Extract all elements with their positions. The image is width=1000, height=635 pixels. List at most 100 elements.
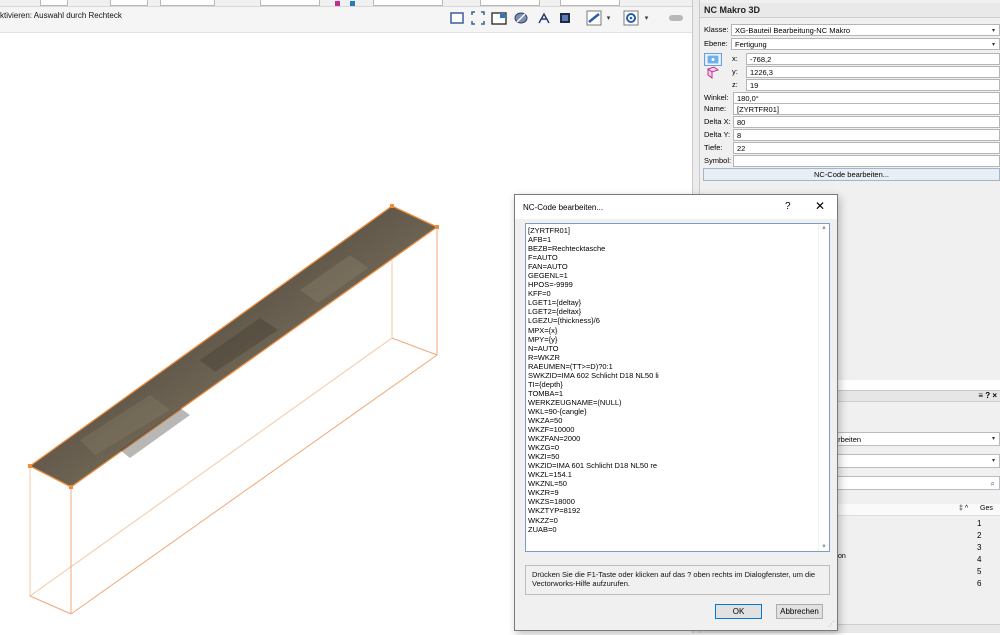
dialog-help-text: Drücken Sie die F1-Taste oder klicken au… — [525, 565, 830, 595]
code-line: WKZF=10000 — [528, 425, 575, 435]
lower-select-2[interactable]: ▾ — [830, 454, 1000, 468]
code-line: HPOS=-9999 — [528, 280, 573, 290]
code-line: WKZR=9 — [528, 488, 559, 498]
ebene-select[interactable]: Fertigung ▾ — [731, 38, 1000, 50]
dialog-titlebar[interactable]: NC-Code bearbeiten... ? ✕ — [515, 195, 837, 219]
code-line: F=AUTO — [528, 253, 558, 263]
texture-noise — [80, 255, 368, 458]
klasse-label: Klasse: — [704, 25, 729, 34]
partial-list-text: on — [838, 553, 846, 560]
code-line: TOMBA=1 — [528, 388, 564, 398]
code-line: WKZI=50 — [528, 452, 560, 462]
code-line: LGET2={deltax} — [528, 307, 582, 317]
code-line: WKL=90-{cangle} — [528, 406, 587, 416]
lower-select-value: arbeiten — [834, 435, 862, 444]
nc-code-edit-button[interactable]: NC-Code bearbeiten... — [703, 168, 1000, 181]
tiefe-field[interactable]: 22 — [733, 142, 1000, 154]
view-rectangle-icon[interactable] — [448, 9, 466, 27]
nc-code-dialog: NC-Code bearbeiten... ? ✕ [ZYRTFR01] AFB=… — [514, 194, 838, 631]
mode-bar: ktivieren: Auswahl durch Rechteck ▾ ▾ — [0, 7, 692, 33]
ebene-value: Fertigung — [735, 40, 767, 49]
toolbar-field[interactable] — [480, 0, 540, 6]
klasse-row: Klasse: XG-Bauteil Bearbeitung-NC Makro … — [700, 24, 1000, 37]
settings-gear-icon[interactable] — [622, 9, 640, 27]
top-toolbar — [0, 0, 692, 7]
vertical-scrollbar[interactable]: ▲ ▼ — [818, 224, 829, 551]
dialog-title: NC-Code bearbeiten... — [523, 203, 604, 212]
chevron-down-icon: ▾ — [991, 458, 995, 464]
name-row: Name: [ZYRTFR01] — [700, 103, 1000, 116]
toggle-icon[interactable] — [667, 9, 685, 27]
resize-grip-icon[interactable]: ⋰ — [828, 620, 835, 628]
cancel-button[interactable]: Abbrechen — [776, 604, 823, 619]
code-line: WKZZ=0 — [528, 515, 558, 525]
list-item[interactable]: 2 — [977, 531, 981, 540]
sort-column-header[interactable]: ‡ ^ — [959, 505, 968, 512]
chevron-down-icon[interactable]: ▾ — [604, 9, 613, 27]
x-field[interactable]: -768,2 — [746, 53, 1000, 65]
tiefe-label: Tiefe: — [704, 143, 723, 152]
delta-x-field[interactable]: 80 — [733, 116, 1000, 128]
code-line: R=WKZR — [528, 352, 560, 362]
code-line: WERKZEUGNAME=(NULL) — [528, 397, 622, 407]
chevron-down-icon: ▾ — [991, 28, 995, 34]
nc-code-text: [ZYRTFR01] AFB=1 BEZB=Rechtecktasche F=AUTO… — [528, 226, 659, 534]
layer-color-icon[interactable] — [350, 1, 355, 6]
help-text-line: Drücken Sie die F1-Taste oder klicken au… — [532, 570, 816, 579]
list-item[interactable]: 4 — [977, 555, 981, 564]
close-icon[interactable]: ✕ — [815, 199, 825, 213]
delta-x-label: Delta X: — [704, 117, 731, 126]
toolbar-field[interactable] — [560, 0, 620, 6]
delta-y-field[interactable]: 8 — [733, 129, 1000, 141]
ges-column-header[interactable]: Ges — [980, 505, 993, 512]
toolbar-field[interactable] — [373, 0, 443, 6]
list-item[interactable]: 6 — [977, 579, 981, 588]
winkel-label: Winkel: — [704, 93, 729, 102]
toolbar-field[interactable] — [110, 0, 148, 6]
class-color-icon[interactable] — [335, 1, 340, 6]
z-label: z: — [732, 80, 738, 89]
list-item[interactable]: 1 — [977, 519, 981, 528]
code-line: LGET1={deltay} — [528, 298, 582, 308]
code-line: GEGENL=1 — [528, 271, 568, 281]
scroll-up-icon[interactable]: ▲ — [821, 225, 827, 231]
delta-x-row: Delta X: 80 — [700, 116, 1000, 129]
code-line: SWKZID=IMA 602 Schlicht D18 NL50 li — [528, 370, 659, 380]
chevron-down-icon: ▾ — [991, 42, 995, 48]
list-item[interactable]: 5 — [977, 567, 981, 576]
klasse-value: XG-Bauteil Bearbeitung-NC Makro — [735, 26, 851, 35]
name-label: Name: — [704, 104, 727, 113]
code-line: WKZTYP=8192 — [528, 506, 581, 516]
code-line: WKZL=154.1 — [528, 470, 572, 480]
code-line: WKZFAN=2000 — [528, 434, 581, 444]
help-icon[interactable]: ? — [785, 201, 791, 212]
chevron-down-icon[interactable]: ▾ — [642, 9, 651, 27]
klasse-select[interactable]: XG-Bauteil Bearbeitung-NC Makro ▾ — [731, 24, 1000, 36]
render-mode-icon[interactable] — [585, 9, 603, 27]
flyover-icon[interactable] — [512, 9, 530, 27]
code-line: RAEUMEN=(TT>=D)?0:1 — [528, 361, 613, 371]
fit-to-window-icon[interactable] — [469, 9, 487, 27]
z-field[interactable]: 19 — [746, 79, 1000, 91]
symbol-field[interactable] — [733, 155, 1000, 167]
render-camera-icon[interactable] — [556, 9, 574, 27]
toolbar-field[interactable] — [260, 0, 320, 6]
palette-menu-icon[interactable]: ≡ ? × — [978, 391, 997, 400]
folder-view-icon[interactable] — [490, 9, 508, 27]
search-icon: ⌕ — [990, 479, 995, 488]
y-field[interactable]: 1226,3 — [746, 66, 1000, 78]
list-item[interactable]: 3 — [977, 543, 981, 552]
ok-button[interactable]: OK — [715, 604, 762, 619]
code-line: BEZB=Rechtecktasche — [528, 244, 606, 254]
nc-code-textarea[interactable]: [ZYRTFR01] AFB=1 BEZB=Rechtecktasche F=AUTO… — [525, 223, 830, 552]
toolbar-field[interactable] — [160, 0, 215, 6]
walkthrough-icon[interactable] — [535, 9, 553, 27]
scroll-down-icon[interactable]: ▼ — [821, 544, 827, 550]
lower-search-input[interactable]: ⌕ — [830, 476, 1000, 490]
lower-select[interactable]: arbeiten ▾ — [830, 432, 1000, 446]
ebene-row: Ebene: Fertigung ▾ — [700, 38, 1000, 51]
toolbar-field[interactable] — [40, 0, 68, 6]
x-row: x: -768,2 — [700, 53, 1000, 66]
name-field[interactable]: [ZYRTFR01] — [733, 103, 1000, 115]
code-line: LGEZU={thickness}/6 — [528, 316, 600, 326]
